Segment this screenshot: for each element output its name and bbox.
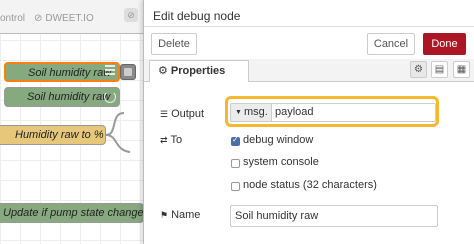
system-console-label: system console	[243, 156, 319, 168]
node-humidity-raw-to-percent[interactable]: Humidity raw to %	[0, 125, 106, 145]
delete-button[interactable]: Delete	[151, 33, 197, 55]
system-console-checkbox[interactable]	[231, 159, 240, 168]
output-type-select[interactable]: ▼ msg.	[231, 104, 272, 121]
gear-icon: ⚙	[158, 65, 168, 77]
cancel-button[interactable]: Cancel	[367, 33, 415, 55]
settings-icon[interactable]: ⚙	[410, 61, 427, 78]
to-label: ⇄ To	[160, 134, 183, 146]
output-label: ☰ Output	[160, 108, 205, 120]
panel-title: Edit debug node	[153, 9, 241, 23]
node-soil-humidity-raw[interactable]: Soil humidity raw	[4, 87, 120, 107]
list-icon: ☰	[160, 109, 169, 119]
tag-icon: ⚑	[160, 210, 169, 220]
appearance-icon[interactable]: ▦	[453, 61, 470, 78]
refresh-icon	[104, 91, 116, 103]
name-input[interactable]: Soil humidity raw	[230, 205, 438, 227]
output-value[interactable]: payload	[275, 104, 314, 121]
flow-canvas[interactable]: ontrol ⊘ DWEET.IO ⊘ Soil humidity raw Soi…	[0, 0, 143, 244]
node-status-checkbox[interactable]	[231, 182, 240, 191]
node-status-label: node status (32 characters)	[243, 179, 377, 191]
caret-down-icon: ▼	[235, 109, 242, 116]
output-property-input[interactable]: ▼ msg. payload	[230, 103, 436, 122]
list-icon	[105, 65, 115, 77]
debug-toggle-button[interactable]	[120, 64, 136, 80]
tab-properties[interactable]: ⚙ Properties	[149, 60, 249, 82]
node-update-pump-state[interactable]: Update if pump state changed	[0, 203, 143, 223]
done-button[interactable]: Done	[423, 33, 466, 55]
debug-window-label: debug window	[243, 134, 314, 146]
description-icon[interactable]: ▤	[431, 61, 448, 78]
name-label: ⚑ Name	[160, 209, 201, 221]
node-soil-humidity-raw-selected[interactable]: Soil humidity raw	[4, 62, 120, 82]
edit-node-panel: Edit debug node Delete Cancel Done ⚙ Prop…	[143, 0, 474, 244]
random-icon: ⇄	[160, 135, 168, 145]
debug-window-checkbox[interactable]	[231, 135, 240, 146]
divider	[144, 26, 474, 27]
